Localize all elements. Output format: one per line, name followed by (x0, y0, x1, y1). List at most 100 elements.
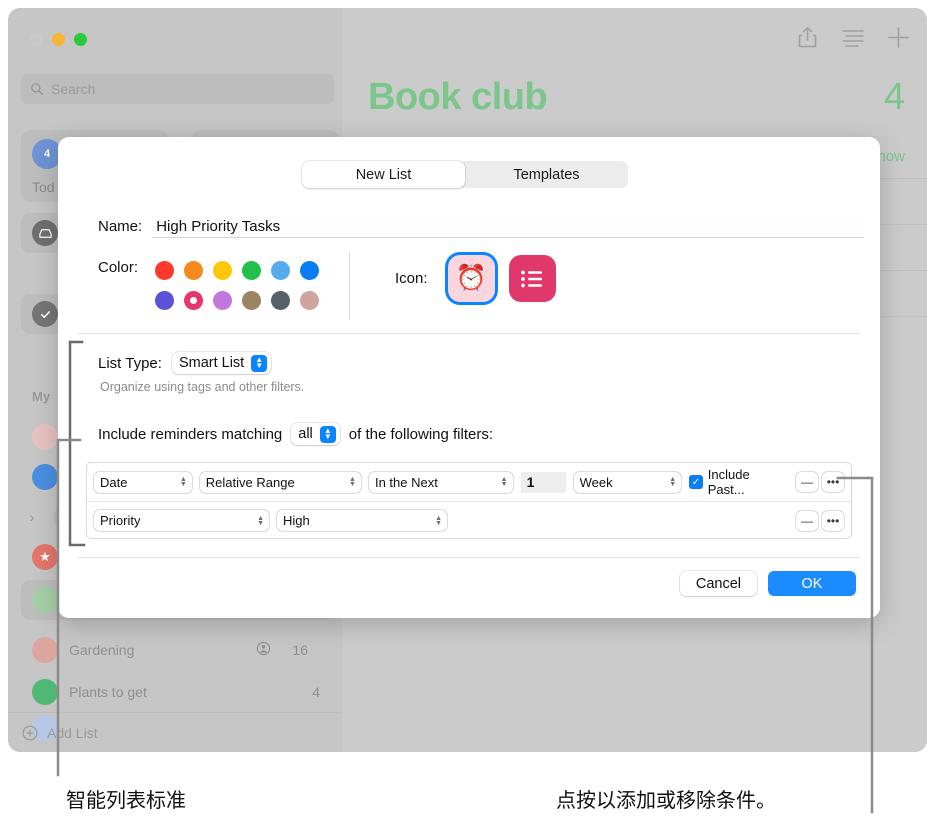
sidebar-list-plants-label: Plants to get (69, 684, 147, 700)
filter-row: Priority ▲ ▼ High ▲ ▼ — ••• (87, 501, 851, 538)
color-swatch-orange[interactable] (179, 255, 208, 285)
new-list-dialog: New List Templates Name: Color: (58, 137, 880, 618)
include-matching-prefix: Include reminders matching (98, 425, 283, 443)
minimize-button[interactable] (52, 33, 65, 46)
list-bullet-icon[interactable] (508, 255, 556, 302)
show-completed-link[interactable]: how (877, 148, 905, 165)
filter-amount-input[interactable]: 1 (520, 471, 566, 493)
match-mode-popup[interactable]: all ▲ ▼ (291, 423, 340, 445)
filters-container: Date ▲ ▼ Relative Range ▲ ▼ In the Next ▲ ▼… (86, 462, 852, 539)
name-row: Name: (98, 215, 865, 238)
name-label: Name: (98, 218, 143, 235)
sidebar-list-row-plants[interactable]: Plants to get 4 (21, 672, 334, 712)
plus-circle-icon (22, 725, 38, 740)
chevron-updown-icon: ▲ ▼ (669, 476, 677, 488)
pin-icon (32, 424, 58, 450)
color-swatch-pink[interactable] (179, 285, 208, 315)
sidebar-list-gardening-label: Gardening (69, 642, 135, 658)
window-controls[interactable] (30, 33, 87, 46)
page-title: Book club (368, 76, 548, 118)
tray-icon (32, 220, 58, 246)
filter-row-actions: — ••• (796, 472, 844, 492)
color-swatch-orchid[interactable] (208, 285, 237, 315)
color-swatch-red[interactable] (150, 255, 179, 285)
chevron-updown-icon: ▲ ▼ (319, 425, 336, 443)
zoom-button[interactable] (74, 33, 87, 46)
include-past-checkbox[interactable]: ✓ Include Past... (689, 467, 788, 497)
include-matching-row: Include reminders matching all ▲ ▼ of the… (98, 423, 493, 445)
share-icon[interactable] (797, 26, 818, 49)
filter-more-button[interactable]: ••• (822, 510, 844, 531)
sidebar-list-row-gardening[interactable]: Gardening 16 (21, 630, 334, 670)
icon-label: Icon: (395, 270, 428, 287)
chevron-updown-icon: ▲ ▼ (251, 354, 268, 372)
close-button[interactable] (30, 33, 43, 46)
filter-unit-select[interactable]: Week ▲ ▼ (573, 471, 682, 493)
list-type-popup[interactable]: Smart List ▲ ▼ (171, 352, 272, 374)
list-view-icon[interactable] (842, 29, 864, 47)
color-swatch-graphite[interactable] (266, 285, 295, 315)
chevron-updown-icon: ▲ ▼ (257, 514, 264, 527)
sidebar-list-gardening-count: 16 (292, 642, 308, 658)
checkmark-icon: ✓ (689, 475, 703, 489)
color-row: Color: (98, 255, 324, 315)
icon-row: Icon: ⏰ (395, 255, 556, 302)
filter-attribute-select[interactable]: Priority ▲ ▼ (94, 510, 269, 531)
color-swatch-brown[interactable] (237, 285, 266, 315)
cancel-button[interactable]: Cancel (679, 571, 757, 596)
filter-attribute-select[interactable]: Date ▲ ▼ (94, 471, 192, 493)
include-matching-suffix: of the following filters: (348, 425, 494, 443)
main-toolbar (797, 26, 909, 49)
smart-list-criteria-callout: 智能列表标准 (66, 790, 186, 812)
remove-filter-button[interactable]: — (796, 472, 818, 492)
color-swatch-yellow[interactable] (208, 255, 237, 285)
shared-icon (256, 641, 271, 659)
add-list-button[interactable]: Add List (8, 712, 342, 752)
dialog-button-bar: Cancel OK (679, 571, 856, 596)
list-type-label: List Type: (98, 354, 162, 372)
color-swatch-green[interactable] (237, 255, 266, 285)
sidebar-section-header: My (32, 389, 51, 404)
search-placeholder: Search (51, 81, 96, 97)
tab-templates[interactable]: Templates (465, 161, 628, 188)
list-bullet-glyph (521, 270, 543, 287)
tile-today-label: Tod (32, 179, 55, 195)
search-input[interactable]: Search (21, 74, 334, 104)
filter-direction-select[interactable]: In the Next ▲ ▼ (368, 471, 513, 493)
chevron-updown-icon: ▲ ▼ (435, 514, 442, 527)
color-swatch-blue[interactable] (295, 255, 324, 285)
color-swatch-grid (150, 255, 324, 315)
remove-filter-button[interactable]: — (796, 510, 818, 531)
color-swatch-light-blue[interactable] (266, 255, 295, 285)
section-divider (78, 333, 860, 334)
check-circle-icon (32, 301, 58, 327)
add-remove-condition-callout: 点按以添加或移除条件。 (556, 790, 776, 812)
add-list-label: Add List (47, 724, 98, 741)
chevron-right-icon[interactable]: › (21, 509, 43, 525)
search-icon (31, 83, 44, 96)
alarm-clock-icon[interactable]: ⏰ (447, 255, 495, 302)
sun-icon (32, 637, 58, 663)
chevron-updown-icon: ▲ ▼ (179, 476, 187, 488)
chevron-updown-icon: ▲ ▼ (349, 476, 356, 488)
ok-button[interactable]: OK (768, 571, 856, 596)
filter-value-select[interactable]: High ▲ ▼ (277, 510, 447, 531)
filter-row: Date ▲ ▼ Relative Range ▲ ▼ In the Next ▲ ▼… (87, 463, 851, 501)
list-name-input[interactable] (152, 215, 865, 238)
screenshot-root: Search 4 Tod All Com My (0, 0, 931, 817)
filter-more-button[interactable]: ••• (822, 472, 844, 492)
color-swatch-dusty-rose[interactable] (295, 285, 324, 315)
filter-mode-select[interactable]: Relative Range ▲ ▼ (199, 471, 361, 493)
include-past-label: Include Past... (707, 467, 750, 497)
filter-row-actions: — ••• (796, 510, 844, 531)
tab-new-list[interactable]: New List (302, 161, 465, 188)
color-label: Color: (98, 259, 139, 276)
color-swatch-purple[interactable] (150, 285, 179, 315)
dialog-tab-bar: New List Templates (302, 161, 628, 188)
leaf-icon (32, 679, 58, 705)
plus-icon[interactable] (888, 27, 909, 48)
list-type-value: Smart List (178, 355, 245, 371)
chevron-updown-icon: ▲ ▼ (500, 476, 508, 488)
icon-tile-group: ⏰ (447, 255, 556, 302)
list-type-hint: Organize using tags and other filters. (100, 380, 305, 394)
